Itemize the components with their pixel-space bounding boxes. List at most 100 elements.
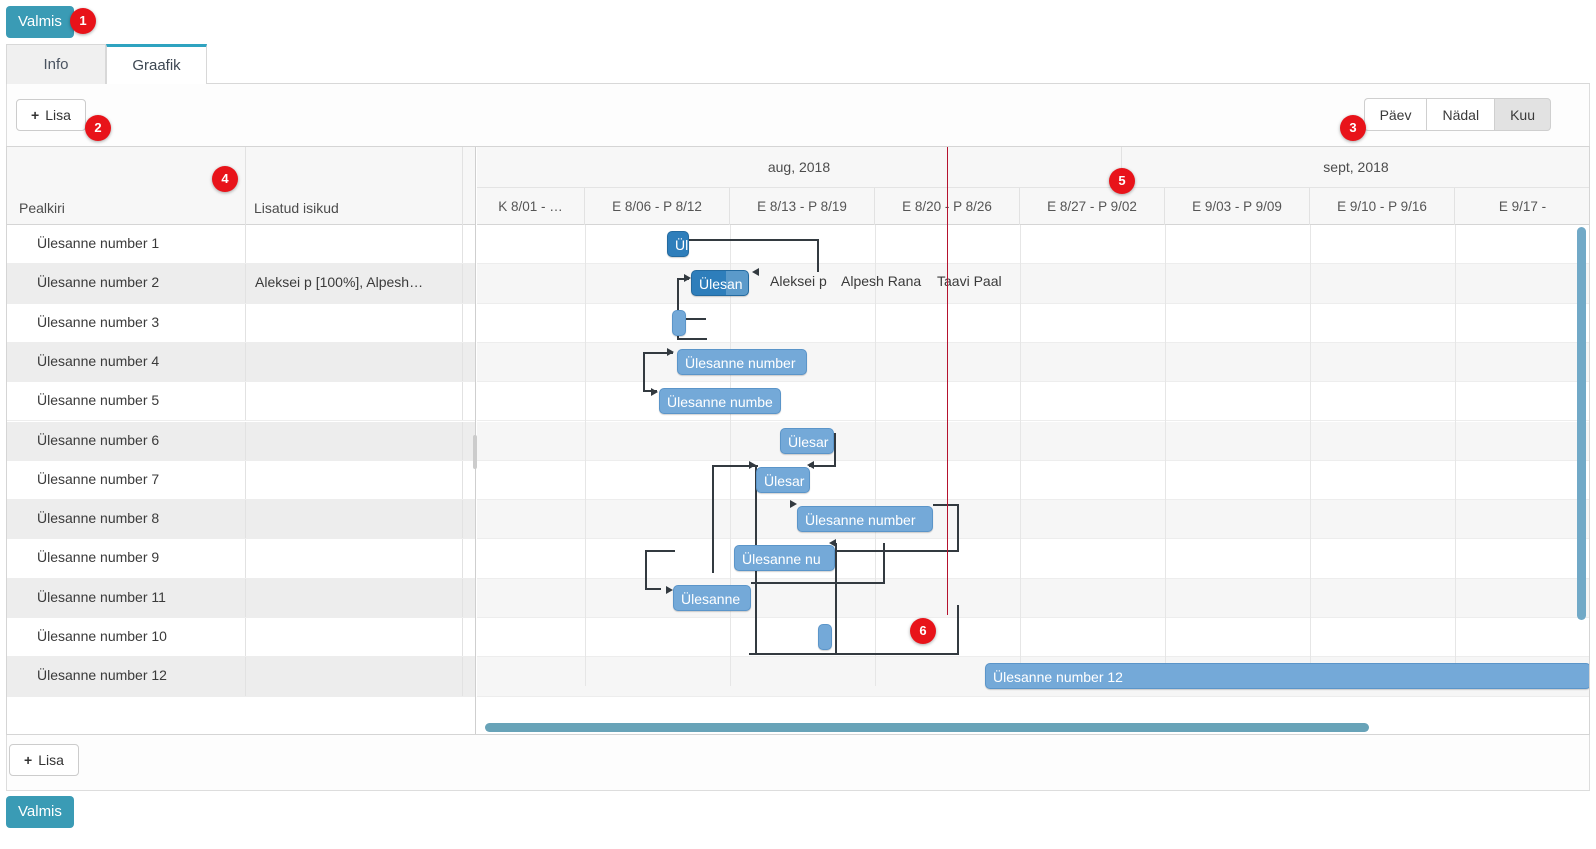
timeline-row[interactable] [477, 539, 1589, 579]
table-row[interactable]: Ülesanne number 9 [7, 539, 475, 579]
timeline-row[interactable] [477, 264, 1589, 304]
add-task-label-top: Lisa [45, 107, 71, 123]
timeline-gridline [1455, 225, 1456, 686]
annotation-badge-3: 3 [1340, 115, 1366, 141]
dependency-link [712, 465, 714, 573]
gantt-bar[interactable]: Ülesar [756, 466, 810, 493]
done-button-top[interactable]: Valmis [6, 6, 74, 38]
gantt-bar[interactable]: Ülesanne number 12 [985, 663, 1589, 690]
table-row[interactable]: Ülesanne number 8 [7, 500, 475, 540]
timeline-row[interactable] [477, 461, 1589, 501]
view-mode-week[interactable]: Nädal [1426, 98, 1495, 131]
timeline-row[interactable] [477, 578, 1589, 618]
dependency-link [817, 239, 819, 272]
header-divider-2 [462, 147, 463, 225]
timeline-month-header: sept, 2018 [1122, 147, 1589, 188]
timeline-week-header: E 8/06 - P 8/12 [585, 188, 730, 225]
dependency-link [835, 582, 885, 584]
plus-icon: + [31, 107, 40, 123]
dependency-link [686, 318, 706, 320]
gantt-app: Valmis Info Graafik + Lisa Päev Nädal Kuu… [0, 0, 1596, 849]
column-header-assignees[interactable]: Lisatud isikud [254, 200, 339, 216]
table-row[interactable]: Ülesanne number 3 [7, 303, 475, 343]
cell-divider [462, 460, 463, 500]
cell-divider [462, 421, 463, 460]
cell-divider [245, 342, 246, 382]
dependency-arrow [749, 461, 756, 469]
table-row[interactable]: Ülesanne number 7 [7, 460, 475, 501]
timeline-gridline [1020, 225, 1021, 686]
table-row[interactable]: Ülesanne number 11 [7, 578, 475, 618]
task-title: Ülesanne number 10 [37, 628, 167, 644]
table-row[interactable]: Ülesanne number 4 [7, 342, 475, 383]
gantt-bar[interactable]: Ülesanne number [677, 348, 807, 375]
gantt-bar[interactable] [818, 624, 832, 650]
timeline-row[interactable] [477, 304, 1589, 343]
timeline-week-header: E 9/03 - P 9/09 [1165, 188, 1310, 225]
dependency-arrow [752, 268, 759, 276]
tab-graafik-label: Graafik [132, 57, 181, 74]
timeline-row[interactable] [477, 225, 1589, 265]
view-mode-month[interactable]: Kuu [1494, 98, 1551, 131]
cell-divider [245, 539, 246, 578]
cell-divider [245, 264, 246, 303]
timeline-row[interactable] [477, 421, 1589, 461]
plus-icon: + [24, 752, 33, 768]
gantt-bar[interactable]: Ülesanne nu [734, 545, 835, 572]
table-row[interactable]: Ülesanne number 10 [7, 618, 475, 658]
dependency-link [749, 653, 959, 655]
timeline-week-header: E 8/13 - P 8/19 [730, 188, 875, 225]
gantt-bar[interactable]: Ülesan [691, 270, 749, 297]
grid-timeline-splitter[interactable] [473, 435, 477, 469]
timeline-month-header: aug, 2018 [477, 147, 1122, 188]
timeline-panel: aug, 2018 sept, 2018 K 8/01 - … E 8/06 - P… [477, 147, 1589, 734]
dependency-link [883, 543, 885, 583]
task-title: Ülesanne number 11 [37, 588, 166, 605]
cell-divider [245, 500, 246, 539]
timeline-gridline [585, 225, 586, 686]
tab-info[interactable]: Info [6, 44, 106, 84]
view-mode-day[interactable]: Päev [1363, 98, 1427, 131]
dependency-arrow [684, 274, 691, 282]
cell-divider [245, 421, 246, 460]
gantt-bar[interactable]: Ülesanne numbe [659, 388, 781, 415]
dependency-link [835, 543, 837, 653]
gantt-bar[interactable] [672, 309, 686, 336]
column-header-title[interactable]: Pealkiri [19, 200, 65, 216]
table-row[interactable]: Ülesanne number 6 [7, 421, 475, 461]
dependency-link [834, 433, 836, 466]
table-row[interactable]: Ülesanne number 2 Aleksei p [100%], Alpes… [7, 264, 475, 304]
dependency-arrow [790, 500, 797, 508]
cell-divider [245, 303, 246, 342]
dependency-link [645, 588, 661, 590]
gantt-bar[interactable]: Ül [667, 231, 689, 257]
timeline-row[interactable] [477, 500, 1589, 540]
dependency-link [643, 352, 645, 392]
vertical-scrollbar-thumb[interactable] [1577, 227, 1586, 620]
timeline-body[interactable]: Ül Ülesan Ülesanne number Ülesanne numbe Üle… [477, 225, 1589, 734]
cell-divider [462, 618, 463, 657]
gantt-bar[interactable]: Ülesanne [673, 584, 751, 611]
dependency-link [751, 582, 837, 584]
timeline-week-header: E 9/10 - P 9/16 [1310, 188, 1455, 225]
dependency-link [677, 338, 707, 340]
add-task-button-bottom[interactable]: + Lisa [9, 744, 79, 776]
timeline-row[interactable] [477, 618, 1589, 658]
horizontal-scrollbar-track[interactable] [477, 723, 1589, 734]
timeline-week-header: K 8/01 - … [477, 188, 585, 225]
cell-divider [245, 657, 246, 696]
tab-graafik[interactable]: Graafik [106, 44, 207, 84]
done-button-bottom[interactable]: Valmis [6, 796, 74, 828]
dependency-link [957, 504, 959, 552]
horizontal-scrollbar-thumb[interactable] [485, 723, 1369, 732]
today-marker [947, 147, 948, 615]
annotation-badge-2: 2 [85, 115, 111, 141]
gantt-bar[interactable]: Ülesanne number [797, 506, 933, 533]
gantt-bar[interactable]: Ülesar [780, 427, 834, 454]
add-task-button-top[interactable]: + Lisa [16, 99, 86, 131]
dependency-link [645, 550, 647, 590]
table-row[interactable]: Ülesanne number 1 [7, 225, 475, 265]
task-assignees: Aleksei p [100%], Alpesh… [255, 274, 424, 291]
table-row[interactable]: Ülesanne number 5 [7, 382, 475, 422]
table-row[interactable]: Ülesanne number 12 [7, 657, 475, 697]
